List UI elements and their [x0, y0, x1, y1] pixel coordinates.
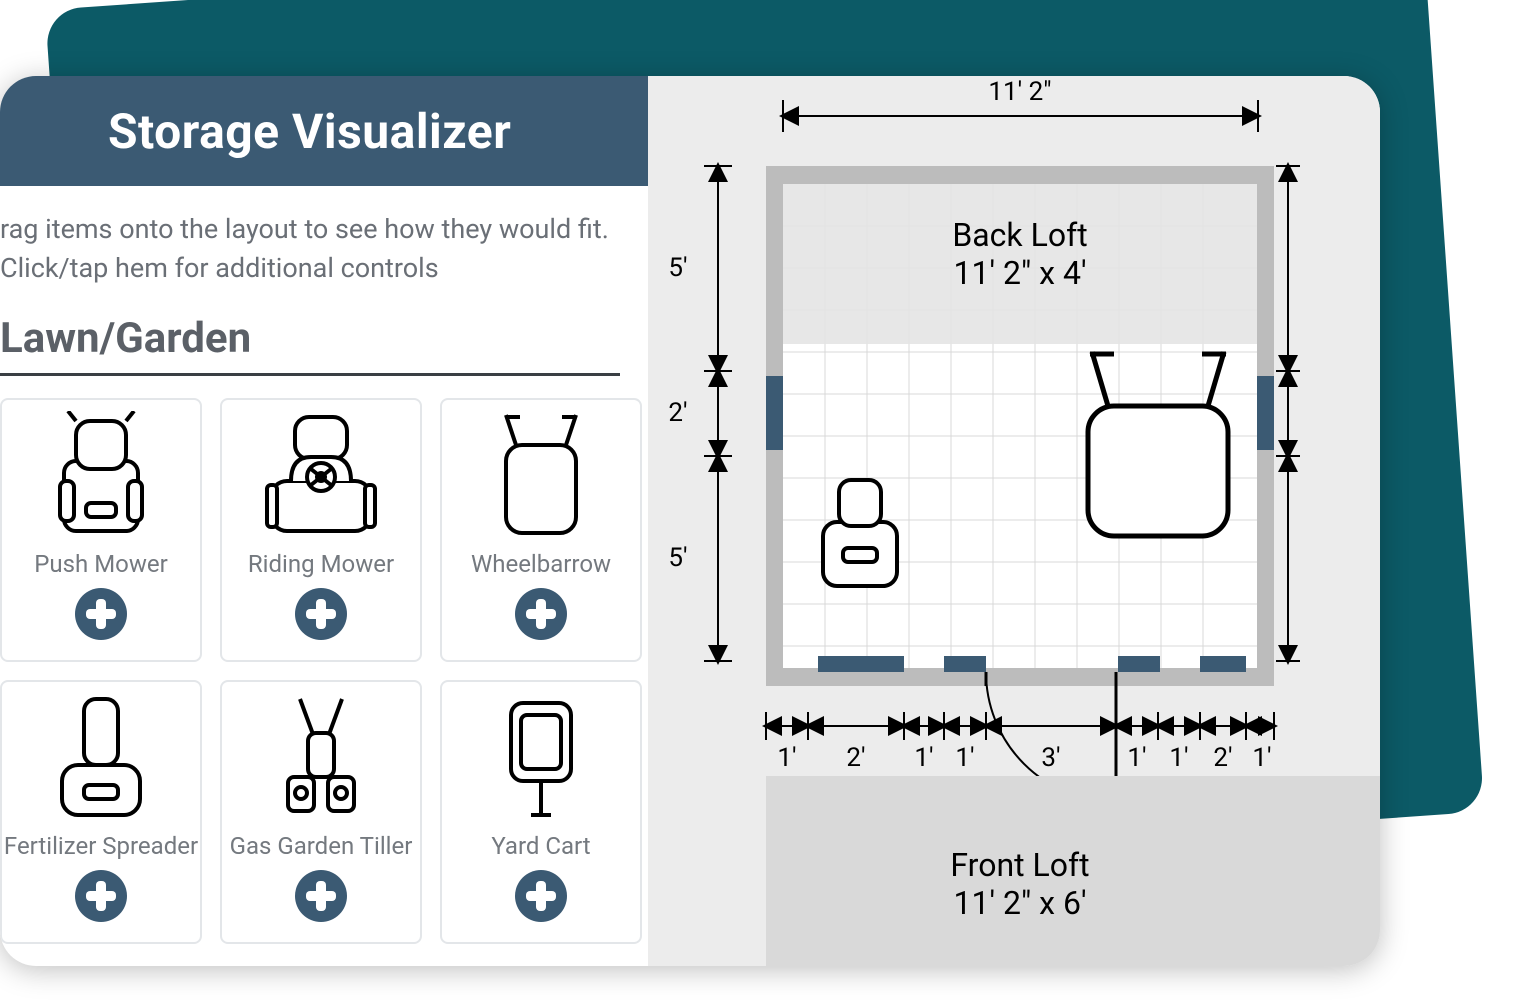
add-button[interactable] [515, 588, 567, 640]
svg-text:1': 1' [777, 743, 796, 773]
item-label: Fertilizer Spreader [4, 832, 198, 860]
item-riding-mower[interactable]: Riding Mower [220, 398, 422, 662]
floor-plan-svg: 11' 2" 5' 2' 5' [648, 76, 1380, 966]
svg-text:2': 2' [1213, 743, 1232, 773]
back-loft-size: 11' 2" x 4' [953, 254, 1086, 292]
item-gas-garden-tiller[interactable]: Gas Garden Tiller [220, 680, 422, 944]
back-loft-title: Back Loft [952, 216, 1087, 254]
push-mower-icon [6, 406, 196, 546]
dim-width: 11' 2" [988, 77, 1051, 107]
svg-text:1': 1' [914, 743, 933, 773]
add-button[interactable] [295, 588, 347, 640]
add-button[interactable] [75, 870, 127, 922]
window-right [1257, 376, 1274, 450]
header-bar: Storage Visualizer [0, 76, 648, 186]
gas-garden-tiller-icon [226, 688, 416, 828]
instruction-text: rag items onto the layout to see how the… [0, 186, 648, 296]
item-fertilizer-spreader[interactable]: Fertilizer Spreader [0, 680, 202, 944]
door-segment [944, 656, 986, 672]
svg-text:1': 1' [1127, 743, 1146, 773]
svg-text:2': 2' [668, 398, 687, 428]
window-left [766, 376, 783, 450]
floor-plan-panel[interactable]: 11' 2" 5' 2' 5' [648, 76, 1380, 966]
fertilizer-spreader-icon [6, 688, 196, 828]
item-wheelbarrow[interactable]: Wheelbarrow [440, 398, 642, 662]
section-title: Lawn/Garden [0, 296, 620, 376]
add-button[interactable] [515, 870, 567, 922]
item-yard-cart[interactable]: Yard Cart [440, 680, 642, 944]
svg-text:2': 2' [846, 743, 865, 773]
add-button[interactable] [75, 588, 127, 640]
item-label: Wheelbarrow [471, 550, 611, 578]
wheelbarrow-icon [446, 406, 636, 546]
front-loft-title: Front Loft [950, 846, 1089, 884]
door-segment [1200, 656, 1246, 672]
item-push-mower[interactable]: Push Mower [0, 398, 202, 662]
svg-text:1': 1' [1169, 743, 1188, 773]
svg-text:5': 5' [668, 543, 687, 573]
svg-text:1': 1' [1252, 743, 1271, 773]
svg-text:1': 1' [955, 743, 974, 773]
front-loft-size: 11' 2" x 6' [953, 884, 1086, 922]
item-label: Yard Cart [491, 832, 590, 860]
item-label: Riding Mower [248, 550, 394, 578]
storage-visualizer-card: Storage Visualizer rag items onto the la… [0, 76, 1380, 966]
items-grid: Push Mower [0, 376, 648, 944]
svg-text:3': 3' [1041, 743, 1060, 773]
left-dimensions: 5' 2' 5' [668, 166, 732, 661]
bottom-dimensions: 1' 2' 1' 1' 3' 1' 1' 2' 1' [766, 712, 1274, 773]
add-button[interactable] [295, 870, 347, 922]
svg-text:5': 5' [668, 253, 687, 283]
riding-mower-icon [226, 406, 416, 546]
app-title: Storage Visualizer [108, 103, 511, 160]
door-segment [1118, 656, 1160, 672]
door-segment [818, 656, 904, 672]
item-label: Gas Garden Tiller [230, 832, 413, 860]
item-label: Push Mower [34, 550, 167, 578]
yard-cart-icon [446, 688, 636, 828]
left-panel: Storage Visualizer rag items onto the la… [0, 76, 648, 966]
